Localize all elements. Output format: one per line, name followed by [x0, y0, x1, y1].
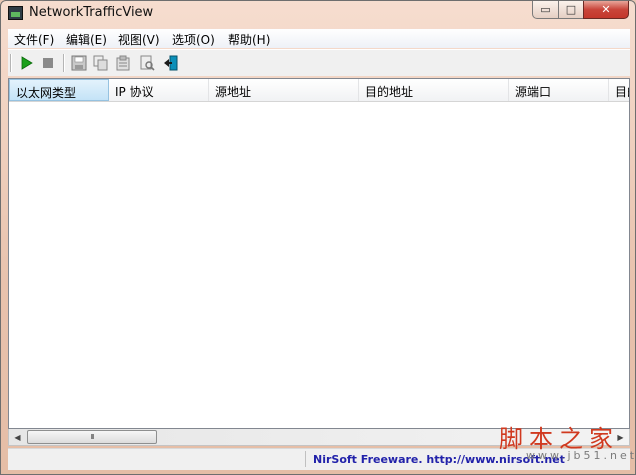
menu-bar: 文件(F) 编辑(E) 视图(V) 选项(O) 帮助(H)	[8, 29, 630, 48]
column-header-ethernet-type[interactable]: 以太网类型	[9, 79, 109, 101]
start-capture-button[interactable]	[17, 54, 35, 72]
watermark-url: www.jb51.net	[526, 449, 636, 462]
menu-options[interactable]: 选项(O)	[172, 31, 215, 48]
toolbar-separator	[63, 54, 65, 72]
scroll-left-arrow-icon[interactable]: ◀	[9, 429, 26, 445]
start-capture-icon	[21, 56, 33, 70]
title-bar[interactable]: NetworkTrafficView ▭ □ ✕	[1, 1, 635, 27]
find-button[interactable]	[138, 54, 156, 72]
properties-button[interactable]	[114, 54, 132, 72]
scrollbar-thumb[interactable]: III	[27, 430, 157, 444]
column-header-source-port[interactable]: 源端口	[509, 79, 609, 101]
list-header: 以太网类型 IP 协议 源地址 目的地址 源端口 目的	[9, 79, 629, 102]
properties-icon	[116, 55, 130, 71]
app-icon	[8, 6, 23, 20]
stop-capture-button[interactable]	[39, 54, 57, 72]
menu-file[interactable]: 文件(F)	[14, 31, 54, 48]
stop-capture-icon	[43, 58, 53, 68]
column-header-ip-protocol[interactable]: IP 协议	[109, 79, 209, 101]
menu-edit[interactable]: 编辑(E)	[66, 31, 107, 48]
copy-button[interactable]	[92, 54, 110, 72]
column-header-destination-address[interactable]: 目的地址	[359, 79, 509, 101]
exit-icon	[164, 55, 178, 71]
status-segment	[8, 451, 306, 467]
minimize-button[interactable]: ▭	[532, 1, 559, 19]
exit-button[interactable]	[162, 54, 180, 72]
close-button[interactable]: ✕	[583, 1, 629, 19]
column-header-source-address[interactable]: 源地址	[209, 79, 359, 101]
packets-list[interactable]: 以太网类型 IP 协议 源地址 目的地址 源端口 目的	[8, 78, 630, 429]
menu-view[interactable]: 视图(V)	[118, 31, 160, 48]
column-header-destination-port[interactable]: 目的	[609, 79, 629, 101]
menu-help[interactable]: 帮助(H)	[228, 31, 270, 48]
save-button[interactable]	[70, 54, 88, 72]
find-icon	[140, 55, 155, 71]
copy-icon	[93, 55, 108, 71]
window-title: NetworkTrafficView	[29, 5, 154, 20]
toolbar-separator	[10, 54, 12, 72]
app-window: NetworkTrafficView ▭ □ ✕ 文件(F) 编辑(E) 视图(…	[0, 0, 636, 475]
save-icon	[71, 55, 87, 71]
maximize-button[interactable]: □	[558, 1, 584, 19]
toolbar	[8, 49, 630, 76]
